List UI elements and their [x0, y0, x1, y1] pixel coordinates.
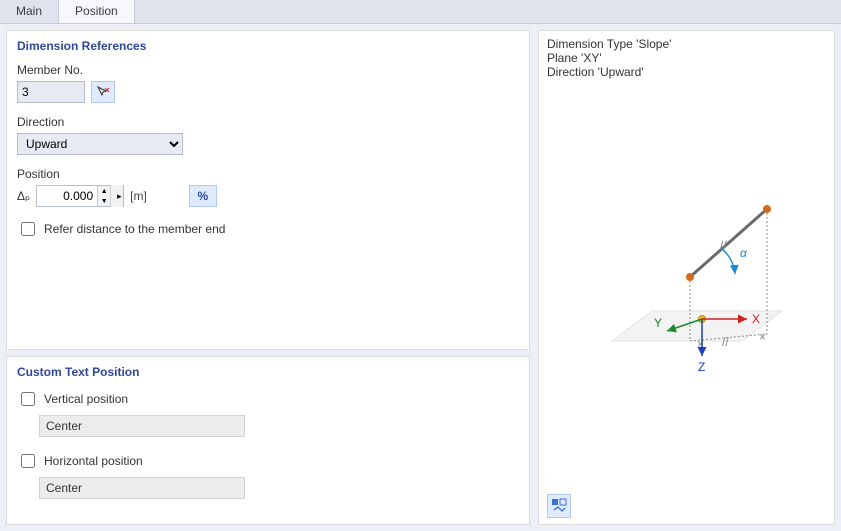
slope-diagram: × // × // α X Y Z: [539, 87, 834, 494]
section-title: Dimension References: [17, 39, 519, 53]
refer-distance-label: Refer distance to the member end: [44, 222, 225, 236]
refer-distance-checkbox[interactable]: [21, 222, 35, 236]
preview-info-plane: Plane 'XY': [547, 51, 826, 65]
preview-info-type: Dimension Type 'Slope': [547, 37, 826, 51]
vertical-position-checkbox[interactable]: [21, 392, 35, 406]
member-no-input[interactable]: [17, 81, 85, 103]
position-spin-down[interactable]: ▼: [98, 196, 110, 206]
preview-panel: Dimension Type 'Slope' Plane 'XY' Direct…: [538, 30, 835, 525]
refer-distance-checkbox-row[interactable]: Refer distance to the member end: [17, 219, 519, 239]
position-spinner[interactable]: ▲ ▼ ▸: [36, 185, 124, 207]
axis-z-label: Z: [698, 360, 705, 374]
svg-text:×: ×: [697, 337, 704, 351]
percent-toggle-button[interactable]: %: [189, 185, 217, 207]
preview-info-direction: Direction 'Upward': [547, 65, 826, 79]
pick-member-icon[interactable]: [91, 81, 115, 103]
position-label: Position: [17, 167, 519, 181]
delta-symbol: Δₚ: [17, 189, 30, 203]
tabbar: Main Position: [0, 0, 841, 24]
view-options-button[interactable]: [547, 494, 571, 518]
horizontal-position-row[interactable]: Horizontal position: [17, 451, 519, 471]
vertical-position-row[interactable]: Vertical position: [17, 389, 519, 409]
vertical-position-label: Vertical position: [44, 392, 128, 406]
position-spin-up[interactable]: ▲: [98, 186, 110, 196]
horizontal-position-label: Horizontal position: [44, 454, 143, 468]
axis-y-label: Y: [654, 316, 662, 330]
position-step-button[interactable]: ▸: [110, 185, 123, 207]
horizontal-position-checkbox[interactable]: [21, 454, 35, 468]
position-unit: [m]: [130, 189, 147, 203]
alpha-label: α: [740, 246, 748, 260]
panel-custom-text-position: Custom Text Position Vertical position C…: [6, 356, 530, 525]
axis-x-label: X: [752, 312, 760, 326]
tab-position[interactable]: Position: [59, 0, 135, 23]
section-title: Custom Text Position: [17, 365, 519, 379]
svg-text://: //: [722, 335, 729, 349]
svg-text:×: ×: [759, 330, 766, 344]
vertical-position-value: Center: [39, 415, 245, 437]
tab-main[interactable]: Main: [0, 0, 59, 23]
direction-label: Direction: [17, 115, 519, 129]
position-value-input[interactable]: [37, 186, 97, 206]
direction-select[interactable]: Upward: [17, 133, 183, 155]
horizontal-position-value: Center: [39, 477, 245, 499]
panel-dimension-references: Dimension References Member No. Directio…: [6, 30, 530, 350]
member-no-label: Member No.: [17, 63, 519, 77]
